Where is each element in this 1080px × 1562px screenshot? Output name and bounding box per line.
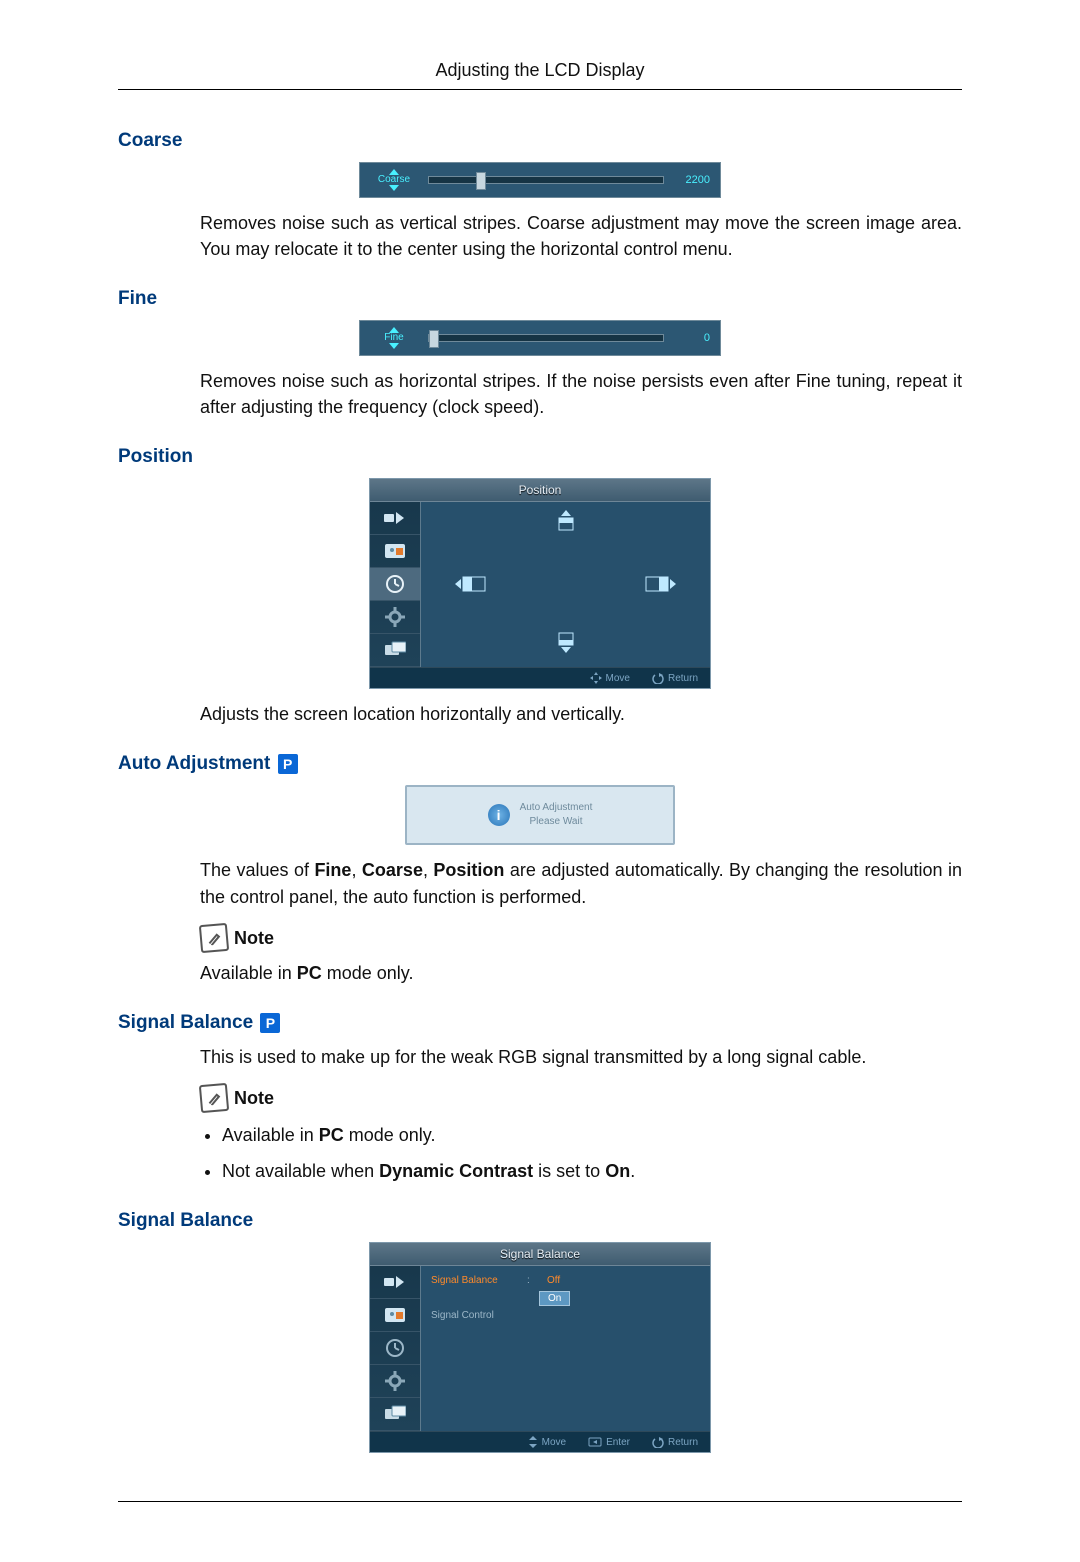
list-item: Available in PC mode only. [222,1122,962,1148]
fine-slider-label: Fine [370,327,418,349]
position-description: Adjusts the screen location horizontally… [200,701,962,727]
heading-coarse: Coarse [118,130,962,152]
hint-move: Move [528,1436,566,1448]
coarse-slider-screenshot: Coarse 2200 [359,162,721,198]
auto-note-text: Available in PC mode only. [200,960,962,986]
option-off: Off [539,1274,568,1287]
enter-icon [588,1437,602,1447]
fine-description: Removes noise such as horizontal stripes… [200,368,962,420]
setup-tab-icon [370,601,420,634]
menu-row-signal-balance: Signal Balance : Off [431,1272,700,1289]
note-label: Note [234,1085,274,1111]
auto-dialog-text: Auto Adjustment Please Wait [520,801,593,829]
heading-fine: Fine [118,288,962,310]
fine-slider-screenshot: Fine 0 [359,320,721,356]
return-icon [652,672,664,684]
time-tab-icon [370,1332,420,1365]
picture-tab-icon [370,535,420,568]
input-tab-icon [370,1266,420,1299]
signal-balance-description: This is used to make up for the weak RGB… [200,1044,962,1070]
position-right-icon [636,574,682,596]
hint-move: Move [590,672,630,684]
coarse-slider-value: 2200 [674,174,710,186]
input-tab-icon [370,502,420,535]
signal-balance-osd-screenshot: Signal Balance Signal Balance : Off [369,1242,711,1453]
chevron-down-icon [389,185,399,191]
hint-enter: Enter [588,1436,630,1448]
setup-tab-icon [370,1365,420,1398]
coarse-slider-thumb [476,172,486,190]
heading-signal-balance-menu: Signal Balance [118,1210,962,1232]
auto-description: The values of Fine, Coarse, Position are… [200,857,962,909]
pc-mode-badge-icon: P [278,754,298,774]
page-header: Adjusting the LCD Display [118,60,962,90]
position-osd-title: Position [370,479,710,502]
list-item: Not available when Dynamic Contrast is s… [222,1158,962,1184]
note-label: Note [234,925,274,951]
fine-slider-value: 0 [674,332,710,344]
coarse-description: Removes noise such as vertical stripes. … [200,210,962,262]
signal-balance-notes-list: Available in PC mode only. Not available… [200,1122,962,1184]
position-up-icon [543,510,589,534]
move-icon [590,672,602,684]
option-on-selected: On [539,1291,570,1306]
hint-return: Return [652,1436,698,1448]
heading-position: Position [118,446,962,468]
return-icon [652,1436,664,1448]
picture-tab-icon [370,1299,420,1332]
coarse-slider-label: Coarse [370,169,418,191]
signal-balance-side-tabs [370,1266,421,1431]
position-down-icon [543,631,589,655]
info-icon: i [488,804,510,826]
auto-adjustment-dialog: i Auto Adjustment Please Wait [405,785,675,845]
fine-slider-thumb [429,330,439,348]
chevron-down-icon [389,343,399,349]
time-tab-icon [370,568,420,601]
pc-mode-badge-icon: P [260,1013,280,1033]
multi-tab-icon [370,634,420,667]
heading-signal-balance-intro: Signal Balance P [118,1012,962,1034]
menu-row-signal-control: Signal Control [431,1308,700,1323]
updown-icon [528,1436,538,1448]
note-icon [199,1083,229,1113]
coarse-slider-track [428,176,664,184]
heading-auto-adjustment: Auto Adjustment P [118,753,962,775]
multi-tab-icon [370,1398,420,1431]
fine-slider-track [428,334,664,342]
note-icon [199,922,229,952]
position-left-icon [449,574,495,596]
hint-return: Return [652,672,698,684]
signal-balance-osd-title: Signal Balance [370,1243,710,1266]
position-side-tabs [370,502,421,667]
position-osd-screenshot: Position [369,478,711,689]
